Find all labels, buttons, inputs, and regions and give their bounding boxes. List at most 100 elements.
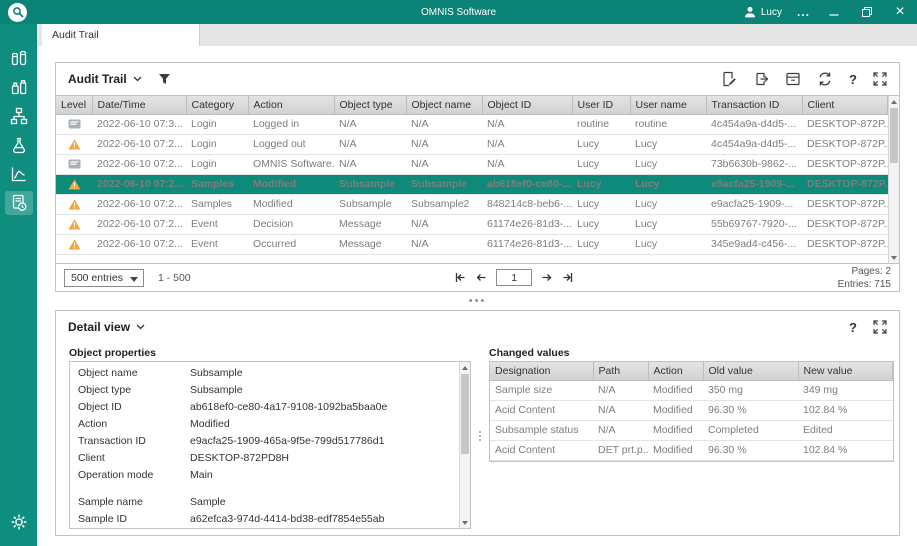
- sidebar-item-samples[interactable]: [5, 46, 33, 70]
- column-header-new-value[interactable]: New value: [798, 362, 893, 381]
- export-button[interactable]: [753, 71, 769, 87]
- table-row[interactable]: 2022-06-10 07:2... Samples Modified Subsamp…: [56, 174, 888, 195]
- page-size-dropdown[interactable]: 500 entries: [64, 268, 144, 287]
- table-row[interactable]: 2022-06-10 07:2... Event Decision Message N/…: [56, 214, 888, 235]
- chevron-down-icon[interactable]: [133, 76, 142, 82]
- expand-button[interactable]: [873, 72, 887, 86]
- detail-expand-button[interactable]: [873, 320, 887, 334]
- column-header-user-id[interactable]: User ID: [572, 96, 631, 115]
- detail-help-button[interactable]: ?: [849, 320, 857, 335]
- property-label: Sample name: [78, 495, 143, 508]
- previous-page-button[interactable]: [475, 272, 487, 283]
- column-header-date-time[interactable]: Date/Time: [92, 96, 187, 115]
- changed-value-row: Acid Content N/A Modified 96.30 % 102.84 %: [490, 400, 893, 421]
- datetime-cell: 2022-06-10 07:2...: [92, 194, 186, 215]
- main-content: Audit Trail ? Level Date/Time Category A…: [37, 46, 917, 546]
- tab-bar: Audit Trail: [37, 24, 917, 46]
- scroll-track[interactable]: [460, 373, 470, 517]
- first-page-icon: [455, 273, 465, 282]
- sidebar-item-settings[interactable]: [5, 510, 33, 534]
- page-number-input[interactable]: [496, 269, 533, 286]
- property-value: e9acfa25-1909-465a-9f5e-799d517786d1: [190, 434, 385, 447]
- first-page-button[interactable]: [454, 272, 466, 283]
- sidebar-item-audit-trail[interactable]: [4, 191, 33, 215]
- column-header-user-name[interactable]: User name: [630, 96, 707, 115]
- audit-trail-title: Audit Trail: [68, 72, 127, 86]
- panel-splitter[interactable]: •••: [55, 294, 900, 308]
- restore-button[interactable]: [858, 3, 876, 21]
- refresh-button[interactable]: [817, 71, 833, 87]
- chevron-down-icon[interactable]: [136, 324, 145, 330]
- scroll-thumb[interactable]: [890, 108, 898, 163]
- column-header-object-id[interactable]: Object ID: [482, 96, 573, 115]
- table-row[interactable]: 2022-06-10 07:2... Samples Modified Subsamp…: [56, 194, 888, 215]
- property-value: Subsample: [190, 366, 243, 379]
- object-name-cell: Subsample2: [406, 194, 482, 215]
- audit-panel-header: Audit Trail ?: [56, 63, 899, 95]
- scroll-up-arrow[interactable]: [889, 96, 899, 107]
- audit-vertical-scrollbar[interactable]: [888, 96, 899, 263]
- changed-value-cell: 96.30 %: [703, 400, 798, 421]
- object-type-cell: Subsample: [334, 174, 406, 195]
- column-header-object-name[interactable]: Object name: [406, 96, 483, 115]
- hierarchy-icon: [10, 107, 27, 125]
- client-cell: DESKTOP-872P...: [802, 194, 888, 215]
- user-menu[interactable]: Lucy: [744, 6, 782, 18]
- report-button[interactable]: [721, 71, 737, 87]
- table-row[interactable]: 2022-06-10 07:3... Login Logged in N/A N/A N/…: [56, 114, 888, 135]
- changed-value-cell: N/A: [593, 420, 648, 441]
- column-header-old-value[interactable]: Old value: [703, 362, 799, 381]
- changed-values-header-row: Designation Path Action Old value New value: [490, 362, 893, 381]
- property-label: Object name: [78, 366, 138, 379]
- properties-vertical-scrollbar[interactable]: [459, 362, 470, 528]
- changed-value-cell: Modified: [648, 380, 703, 401]
- close-button[interactable]: ×: [891, 3, 909, 21]
- scroll-thumb[interactable]: [461, 374, 469, 454]
- user-id-cell: Lucy: [572, 234, 630, 255]
- property-value: Modified: [190, 417, 230, 430]
- detail-splitter-handle[interactable]: [476, 431, 484, 441]
- sidebar-item-analysis[interactable]: [5, 162, 33, 186]
- table-row[interactable]: 2022-06-10 07:2... Login OMNIS Software...…: [56, 154, 888, 175]
- archive-button[interactable]: [785, 71, 801, 87]
- minimize-button[interactable]: [825, 3, 843, 21]
- next-page-icon: [542, 274, 552, 281]
- column-header-designation[interactable]: Designation: [490, 362, 594, 381]
- column-header-object-type[interactable]: Object type: [334, 96, 407, 115]
- sidebar-item-tests[interactable]: [5, 133, 33, 157]
- column-header-level[interactable]: Level: [56, 96, 93, 115]
- column-header-transaction-id[interactable]: Transaction ID: [706, 96, 803, 115]
- sidebar-item-structure[interactable]: [5, 104, 33, 128]
- object-type-cell: N/A: [334, 114, 406, 135]
- sidebar-item-containers[interactable]: [5, 75, 33, 99]
- changed-value-cell: Completed: [703, 420, 798, 441]
- table-row[interactable]: 2022-06-10 07:2... Login Logged out N/A N/A N…: [56, 134, 888, 155]
- action-cell: Logged out: [248, 134, 334, 155]
- column-header-action[interactable]: Action: [248, 96, 335, 115]
- last-page-button[interactable]: [562, 272, 574, 283]
- audit-trail-panel: Audit Trail ? Level Date/Time Category A…: [55, 62, 900, 292]
- column-header-category[interactable]: Category: [186, 96, 249, 115]
- table-row[interactable]: 2022-06-10 07:2... Event Occurred Message N/…: [56, 234, 888, 255]
- changed-value-cell: Sample size: [490, 380, 593, 401]
- tab-audit-trail[interactable]: Audit Trail: [42, 24, 200, 46]
- client-cell: DESKTOP-872P...: [802, 134, 888, 155]
- changed-value-cell: 102.84 %: [798, 400, 893, 421]
- flask-icon: [12, 137, 25, 154]
- scroll-up-arrow[interactable]: [460, 362, 470, 373]
- app-logo[interactable]: [8, 2, 27, 22]
- previous-page-icon: [476, 274, 486, 281]
- changed-value-cell: Edited: [798, 420, 893, 441]
- scroll-down-arrow[interactable]: [889, 252, 899, 263]
- scroll-down-arrow[interactable]: [460, 517, 470, 528]
- more-menu-button[interactable]: ...: [797, 5, 810, 19]
- column-header-client[interactable]: Client: [802, 96, 888, 115]
- audit-panel-footer: 500 entries 1 - 500 1 Pages: 2 Entries: …: [56, 263, 899, 291]
- next-page-button[interactable]: [541, 272, 553, 283]
- scroll-track[interactable]: [889, 107, 899, 252]
- column-header-path[interactable]: Path: [593, 362, 649, 381]
- column-header-action[interactable]: Action: [648, 362, 704, 381]
- filter-button[interactable]: [158, 73, 171, 85]
- object-properties-list: Object name Subsample Object type Subsample…: [70, 362, 459, 528]
- help-button[interactable]: ?: [849, 72, 857, 87]
